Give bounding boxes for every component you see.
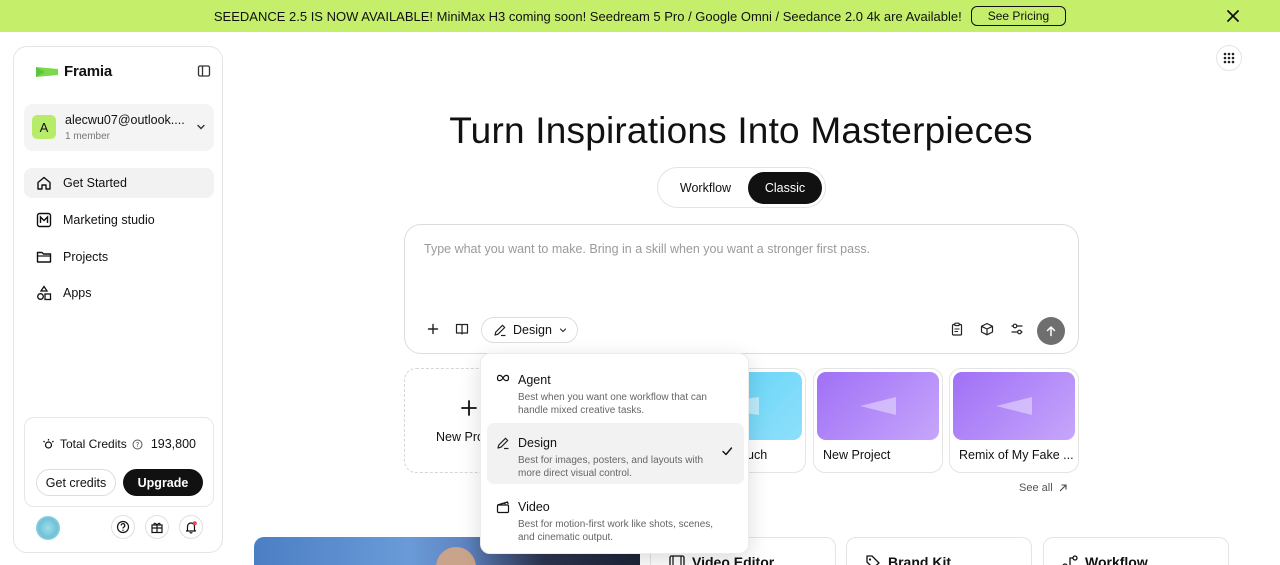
placeholder-shape-icon — [860, 397, 896, 415]
clapperboard-icon — [496, 501, 510, 514]
sidebar-item-label: Get Started — [63, 176, 127, 190]
placeholder-shape-icon — [996, 397, 1032, 415]
account-switcher[interactable]: A alecwu07@outlook.... 1 member — [24, 104, 214, 151]
svg-text:?: ? — [135, 441, 139, 449]
chevron-down-icon — [559, 328, 567, 333]
account-members: 1 member — [65, 131, 111, 142]
design-brush-icon — [497, 437, 509, 450]
settings-sliders-icon[interactable] — [1009, 321, 1025, 337]
tool-card-label: Workflow — [1085, 554, 1148, 565]
folder-icon — [36, 249, 52, 268]
project-label: uch — [747, 448, 768, 462]
sidebar-item-marketing-studio[interactable]: Marketing studio — [24, 205, 214, 235]
sidebar-item-label: Marketing studio — [63, 213, 155, 227]
app-grid-button[interactable] — [1216, 45, 1242, 71]
see-all-label: See all — [1019, 482, 1053, 494]
brand-logo[interactable]: Framia — [35, 63, 112, 80]
announcement-banner: SEEDANCE 2.5 IS NOW AVAILABLE! MiniMax H… — [0, 0, 1280, 32]
credits-value: 193,800 — [150, 437, 196, 451]
banner-text: SEEDANCE 2.5 IS NOW AVAILABLE! MiniMax H… — [213, 8, 962, 24]
menu-item-design[interactable]: Design Best for images, posters, and lay… — [487, 423, 744, 484]
skill-book-icon[interactable] — [454, 321, 470, 337]
project-label: New Project — [823, 448, 891, 462]
tool-card-label: Video Editor — [692, 554, 775, 565]
menu-item-title: Design — [518, 436, 557, 450]
tool-card-brand-kit[interactable]: Brand Kit — [846, 537, 1032, 565]
gift-icon — [151, 522, 163, 534]
home-icon — [36, 175, 52, 194]
plus-icon — [461, 400, 477, 416]
mode-select-chip[interactable]: Design — [481, 317, 578, 343]
account-email: alecwu07@outlook.... — [65, 113, 185, 127]
project-thumbnail — [817, 372, 939, 440]
page-headline: Turn Inspirations Into Masterpieces — [449, 110, 1033, 151]
design-brush-icon — [494, 324, 506, 337]
sidebar-item-apps[interactable]: Apps — [24, 278, 214, 308]
apps-shapes-icon — [36, 285, 52, 304]
prompt-box[interactable]: Type what you want to make. Bring in a s… — [404, 224, 1079, 354]
menu-item-title: Agent — [518, 373, 551, 387]
hero-face — [436, 547, 476, 565]
clipboard-icon[interactable] — [949, 321, 965, 337]
chevron-down-icon — [195, 121, 207, 136]
infinity-icon — [496, 374, 510, 382]
mode-workflow-tab[interactable]: Workflow — [662, 172, 749, 204]
project-card[interactable]: New Project — [813, 368, 943, 473]
help-small-icon[interactable]: ? — [132, 439, 143, 450]
sidebar-collapse-icon[interactable] — [197, 64, 211, 81]
get-credits-button[interactable]: Get credits — [36, 469, 116, 496]
film-icon — [669, 555, 685, 565]
brand-kit-icon — [866, 555, 880, 565]
credits-card: Total Credits ? 193,800 Get credits Upgr… — [24, 417, 214, 507]
mode-chip-label: Design — [513, 323, 552, 337]
menu-item-agent[interactable]: Agent Best when you want one workflow th… — [487, 360, 744, 418]
project-label: Remix of My Fake ... — [959, 448, 1074, 462]
sidebar: Framia A alecwu07@outlook.... 1 member G… — [13, 46, 223, 553]
sidebar-item-label: Projects — [63, 250, 109, 264]
sidebar-item-projects[interactable]: Projects — [24, 242, 214, 272]
credits-icon — [43, 438, 54, 449]
check-icon — [722, 447, 733, 456]
arrow-up-right-icon — [1059, 484, 1067, 492]
menu-item-desc: Best for motion-first work like shots, s… — [518, 519, 714, 543]
close-icon[interactable] — [1224, 7, 1242, 25]
send-button[interactable] — [1037, 317, 1065, 345]
tool-card-workflow[interactable]: Workflow — [1043, 537, 1229, 565]
menu-item-video[interactable]: Video Best for motion-first work like sh… — [487, 487, 744, 547]
project-thumbnail — [953, 372, 1075, 440]
sidebar-item-get-started[interactable]: Get Started — [24, 168, 214, 198]
prompt-input[interactable]: Type what you want to make. Bring in a s… — [424, 242, 870, 256]
credits-label-row: Total Credits ? — [42, 437, 143, 451]
notifications-button[interactable] — [179, 515, 203, 539]
m-square-icon — [36, 212, 52, 231]
mode-toggle: Workflow Classic — [657, 167, 826, 208]
brand-name: Framia — [64, 63, 112, 80]
mode-dropdown-menu: Agent Best when you want one workflow th… — [480, 353, 749, 554]
cube-icon[interactable] — [979, 321, 995, 337]
account-avatar: A — [32, 115, 56, 139]
see-all-link[interactable]: See all — [1019, 482, 1068, 494]
menu-item-desc: Best when you want one workflow that can… — [518, 392, 707, 416]
sidebar-item-label: Apps — [63, 286, 92, 300]
framia-logo-icon — [36, 66, 58, 77]
tool-card-label: Brand Kit — [888, 554, 951, 565]
upgrade-button[interactable]: Upgrade — [123, 469, 203, 496]
help-button[interactable] — [111, 515, 135, 539]
gift-button[interactable] — [145, 515, 169, 539]
menu-item-desc: Best for images, posters, and layouts wi… — [518, 455, 704, 479]
help-icon — [116, 520, 130, 534]
workflow-icon — [1062, 555, 1078, 565]
bell-icon — [185, 521, 197, 534]
add-attachment-icon[interactable] — [425, 321, 441, 337]
project-card[interactable]: Remix of My Fake ... — [949, 368, 1079, 473]
menu-item-title: Video — [518, 500, 550, 514]
user-avatar[interactable] — [36, 516, 60, 540]
mode-classic-tab[interactable]: Classic — [748, 172, 822, 204]
see-pricing-button[interactable]: See Pricing — [970, 6, 1067, 26]
arrow-up-icon — [1046, 326, 1056, 337]
credits-label: Total Credits — [60, 437, 127, 451]
grid-dots-icon — [1223, 52, 1235, 64]
